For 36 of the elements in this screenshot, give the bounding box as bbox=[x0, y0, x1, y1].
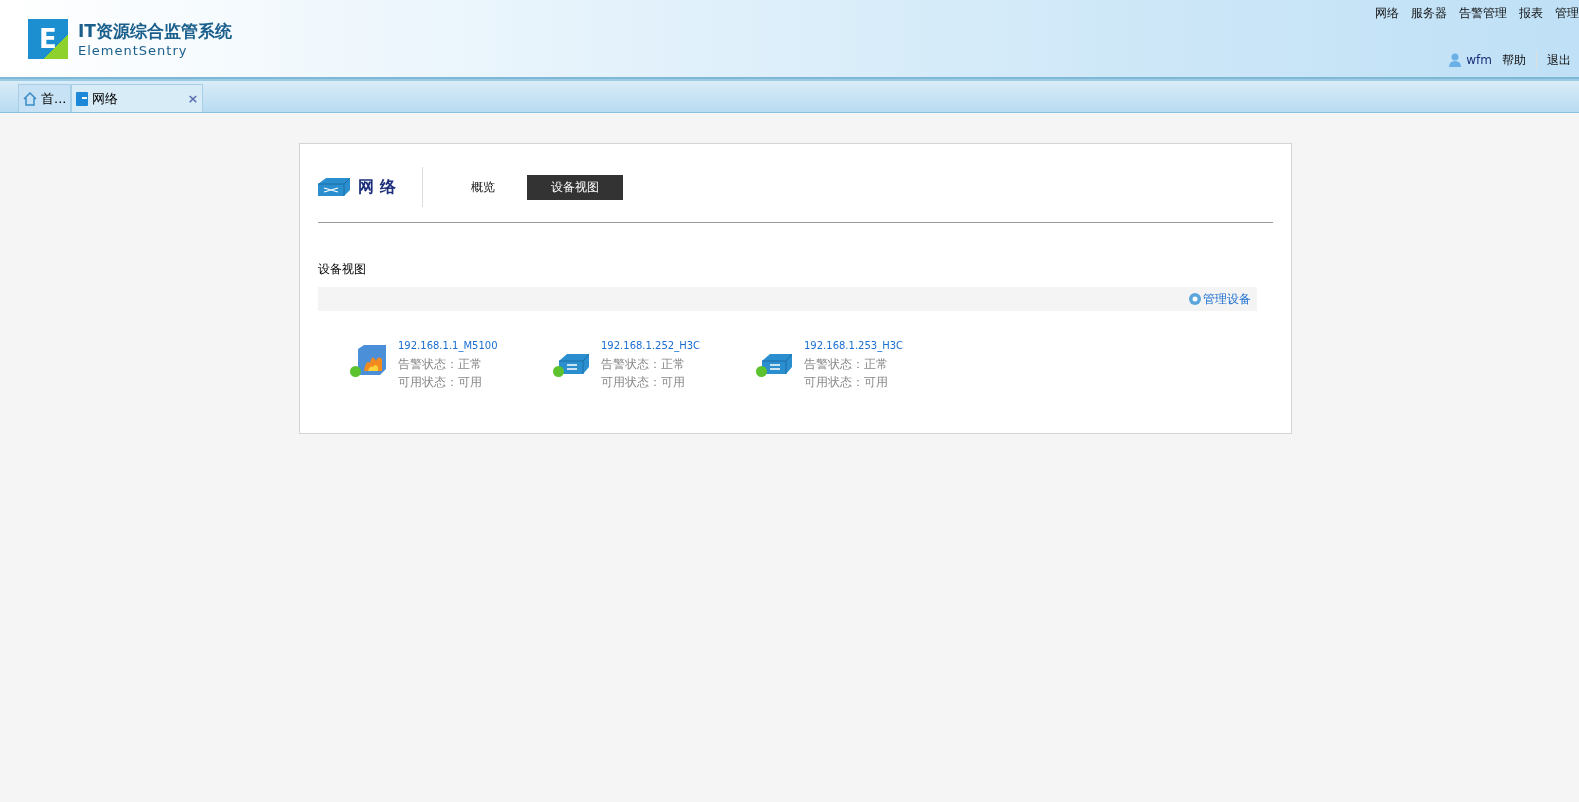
nav-link[interactable]: 管理 bbox=[1555, 5, 1579, 22]
availability-status: 可用状态：可用 bbox=[804, 374, 889, 391]
device-link[interactable]: 192.168.1.252_H3C bbox=[601, 337, 701, 355]
user-name: wfm bbox=[1466, 53, 1492, 67]
home-icon bbox=[23, 91, 37, 106]
close-icon[interactable]: × bbox=[187, 91, 199, 106]
page-tab[interactable]: 网络 × bbox=[71, 84, 204, 112]
switch-icon bbox=[318, 176, 350, 198]
app-title: IT资源综合监管系统 bbox=[78, 19, 232, 43]
alarm-status: 告警状态：正常 bbox=[398, 356, 483, 373]
availability-status: 可用状态：可用 bbox=[601, 374, 686, 391]
app-subtitle: ElementSentry bbox=[78, 42, 189, 58]
nav-link[interactable]: 报表 bbox=[1519, 5, 1543, 22]
nav-link[interactable]: 服务器 bbox=[1411, 5, 1447, 22]
section-title: 设备视图 bbox=[318, 261, 367, 278]
help-link[interactable]: 帮助 bbox=[1502, 51, 1526, 69]
panel-heading: 网 络 bbox=[358, 176, 396, 198]
view-tab[interactable]: 概览 bbox=[461, 174, 505, 200]
nav-link[interactable]: 告警管理 bbox=[1459, 5, 1507, 22]
device-link[interactable]: 192.168.1.1_M5100 bbox=[398, 337, 498, 355]
firewall-icon bbox=[356, 345, 386, 375]
switch-icon bbox=[762, 353, 792, 375]
device-link[interactable]: 192.168.1.253_H3C bbox=[804, 337, 904, 355]
view-tab[interactable]: 设备视图 bbox=[527, 174, 623, 200]
logout-link[interactable]: 退出 bbox=[1547, 51, 1571, 69]
user-icon bbox=[1449, 53, 1462, 67]
alarm-status: 告警状态：正常 bbox=[804, 356, 889, 373]
server-icon bbox=[76, 91, 89, 106]
nav-link[interactable]: 网络 bbox=[1375, 5, 1399, 22]
page-tab[interactable]: 首... bbox=[18, 84, 72, 112]
availability-status: 可用状态：可用 bbox=[398, 374, 483, 391]
switch-icon bbox=[559, 353, 589, 375]
alarm-status: 告警状态：正常 bbox=[601, 356, 686, 373]
manage-devices-link[interactable]: 管理设备 bbox=[1188, 290, 1251, 308]
logo-icon: E bbox=[28, 18, 68, 59]
gear-icon bbox=[1188, 292, 1202, 306]
